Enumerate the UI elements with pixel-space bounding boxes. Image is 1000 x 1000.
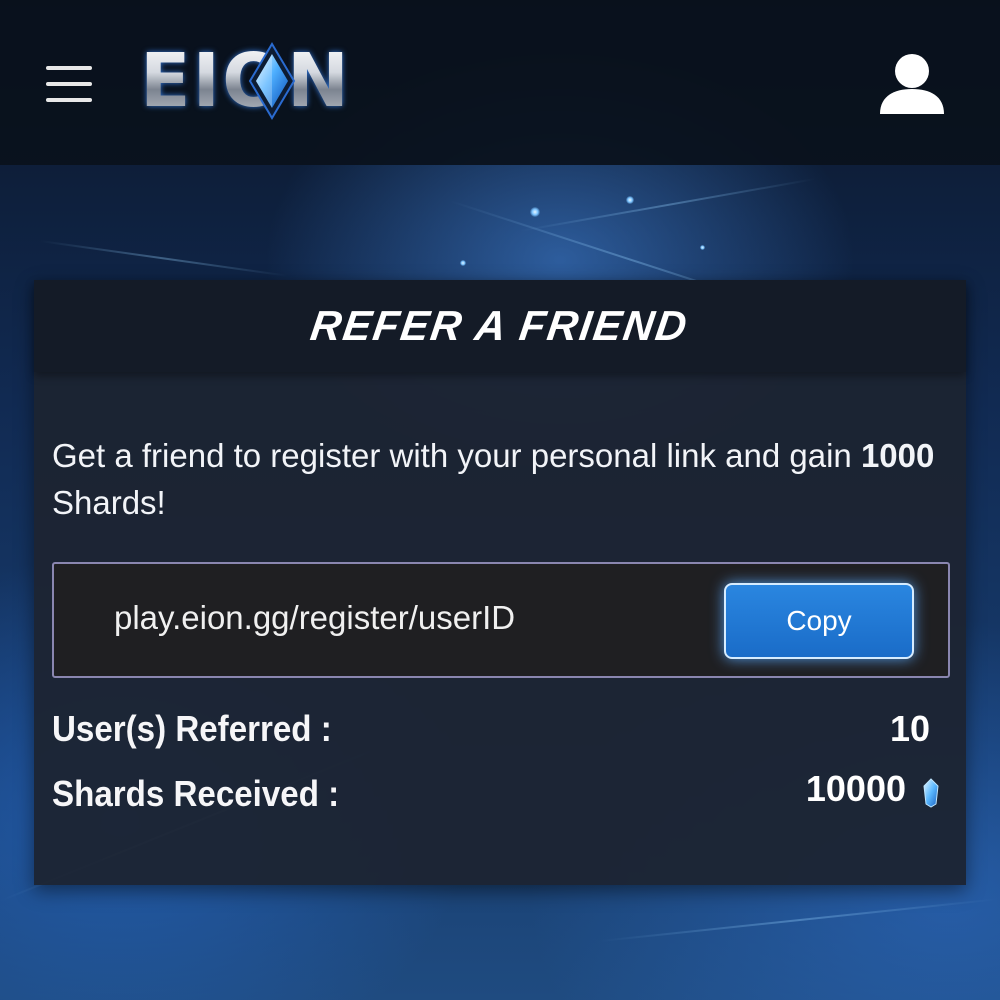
sparkle	[700, 245, 705, 250]
eion-logo[interactable]: EION	[140, 38, 368, 124]
referral-link-text[interactable]: play.eion.gg/register/userID	[114, 599, 515, 637]
bg-streak	[519, 177, 816, 232]
sparkle	[626, 196, 634, 204]
description-prefix: Get a friend to register with your perso…	[52, 437, 861, 474]
shards-received-label: Shards Received :	[52, 773, 340, 814]
logo-text: EION	[140, 38, 351, 124]
users-referred-label: User(s) Referred :	[52, 708, 332, 749]
logo-gem-icon	[248, 42, 296, 120]
menu-icon-line	[46, 98, 92, 102]
top-navigation-bar: EION	[0, 0, 1000, 165]
bg-streak	[39, 240, 288, 277]
sparkle	[460, 260, 466, 266]
description-suffix: Shards!	[52, 484, 166, 521]
menu-icon[interactable]	[46, 66, 92, 102]
reward-amount: 1000	[860, 437, 935, 474]
user-profile-icon[interactable]	[878, 52, 946, 116]
referral-link-field: play.eion.gg/register/userID Copy	[52, 562, 950, 678]
sparkle	[530, 207, 540, 217]
menu-icon-line	[46, 66, 92, 70]
card-header: REFER A FRIEND	[34, 280, 966, 372]
shard-gem-icon	[923, 778, 939, 808]
refer-a-friend-card: REFER A FRIEND Get a friend to register …	[34, 280, 966, 885]
users-referred-value: 10	[889, 708, 930, 749]
shards-received-value: 10000	[805, 768, 906, 809]
copy-button[interactable]: Copy	[724, 583, 914, 659]
card-title: REFER A FRIEND	[308, 302, 692, 349]
bg-streak	[599, 898, 998, 942]
referral-description: Get a friend to register with your perso…	[52, 432, 952, 526]
menu-icon-line	[46, 82, 92, 86]
